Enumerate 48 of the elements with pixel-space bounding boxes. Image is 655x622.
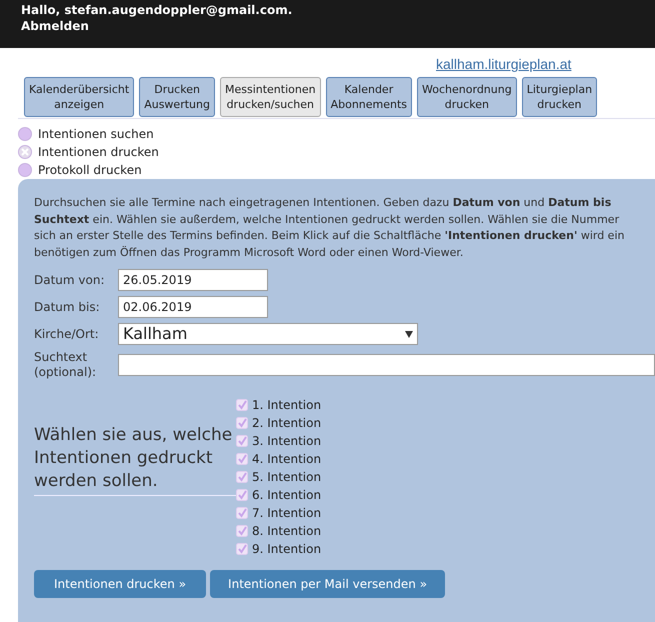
greeting-text: Hallo, stefan.augendoppler@gmail.com. <box>21 2 294 18</box>
description-text: Durchsuchen sie alle Termine nach eingetragenen Intentionen. Geben dazu Datum von und Datum bis <box>34 195 612 211</box>
tab[interactable]: Drucken Auswertung <box>139 77 215 117</box>
checkbox-label: 1. Intention <box>252 397 322 414</box>
tab[interactable]: Liturgieplan drucken <box>522 77 598 117</box>
description-text: benötigen zum Öffnen das Programm Microsoft Word oder einen Word-Viewer. <box>34 244 464 260</box>
action-button[interactable]: Intentionen per Mail versenden » <box>210 570 446 598</box>
field-label: Datum von: <box>34 272 106 288</box>
checkbox-icon[interactable] <box>236 435 248 447</box>
radio-icon[interactable] <box>18 163 32 177</box>
caret-icon <box>405 330 413 338</box>
selected-radio-icon[interactable] <box>18 145 32 159</box>
checkbox-icon[interactable] <box>236 489 248 501</box>
field-label: Datum bis: <box>34 300 101 314</box>
tab[interactable]: Wochenordnung drucken <box>417 77 517 117</box>
tab[interactable]: Kalender Abonnements <box>326 77 412 117</box>
search-field[interactable] <box>118 354 655 376</box>
checkbox-icon[interactable] <box>236 417 248 429</box>
tab[interactable]: Messintentionen drucken/suchen <box>220 77 321 117</box>
logout-link[interactable]: Abmelden <box>21 19 89 33</box>
checkbox-icon[interactable] <box>236 453 248 465</box>
checkbox-icon[interactable] <box>236 471 248 483</box>
description-text: sich an erster Stelle des Termins befinden. Beim Klick auf die Schaltfläche 'Intentionen drucken' wird ein <box>34 228 626 244</box>
radio-label: Intentionen drucken <box>38 144 159 161</box>
date-field[interactable]: 02.06.2019 <box>118 296 268 318</box>
radio-label: Protokoll drucken <box>38 162 142 179</box>
checkbox-icon[interactable] <box>236 525 248 537</box>
checkbox-label: 4. Intention <box>252 451 322 468</box>
checkbox-icon[interactable] <box>236 507 248 519</box>
radio-label: Intentionen suchen <box>38 126 154 143</box>
checkbox-label: 6. Intention <box>252 487 322 504</box>
checkbox-label: 8. Intention <box>252 523 322 540</box>
field-label: Kirche/Ort: <box>34 326 100 342</box>
checkbox-icon[interactable] <box>236 399 248 411</box>
description-text: Suchtext ein. Wählen sie außerdem, welche Intentionen gedruckt werden sollen. Wählen sie die Nummer <box>34 212 620 228</box>
tab[interactable]: Kalenderübersicht anzeigen <box>24 77 134 117</box>
checkbox-label: 9. Intention <box>252 541 322 558</box>
action-button[interactable]: Intentionen drucken » <box>34 570 206 598</box>
checkbox-label: 7. Intention <box>252 505 322 522</box>
checkbox-label: 3. Intention <box>252 433 322 450</box>
checkbox-label: 5. Intention <box>252 469 322 486</box>
location-select[interactable]: Kallham <box>118 323 418 345</box>
radio-icon[interactable] <box>18 127 32 141</box>
site-link[interactable]: kallham.liturgieplan.at <box>436 54 572 75</box>
date-field[interactable]: 26.05.2019 <box>118 269 268 291</box>
field-label: Suchtext (optional): <box>34 350 98 380</box>
checkbox-icon[interactable] <box>236 543 248 555</box>
checkbox-label: 2. Intention <box>252 415 322 432</box>
